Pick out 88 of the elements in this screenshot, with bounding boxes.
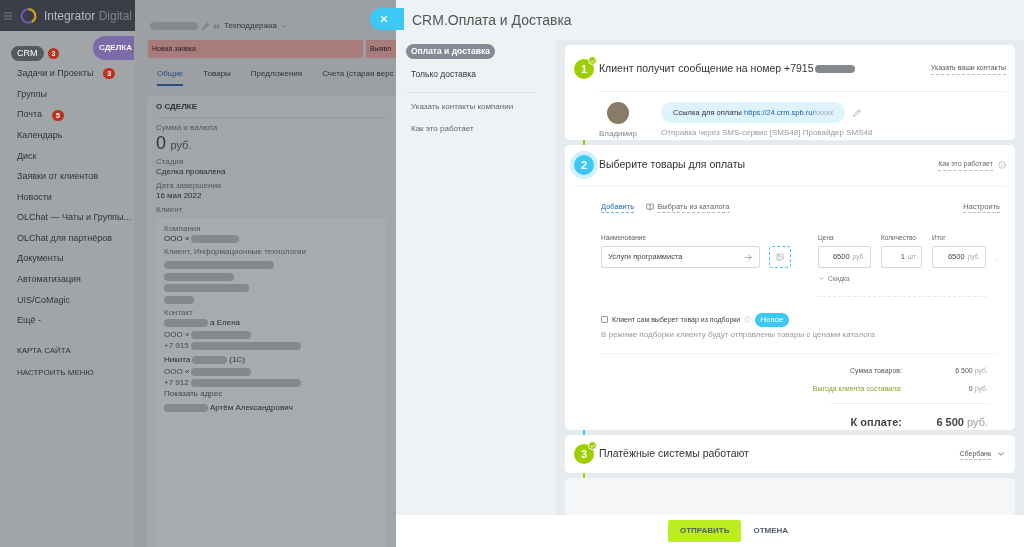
redacted-blur [191, 368, 252, 377]
chevron-down-icon[interactable] [818, 275, 825, 283]
sidebar-item[interactable]: Задачи и Проекты [11, 67, 100, 81]
contact-name[interactable]: Артём Александрович [210, 403, 293, 414]
section-title: О СДЕЛКЕ [156, 102, 387, 118]
sidebar-item[interactable]: OLChat — Чаты и Группы... [11, 211, 137, 225]
link-icon[interactable] [213, 22, 220, 30]
send-button[interactable]: ОТПРАВИТЬ [668, 520, 742, 542]
contact-name[interactable]: Никита [164, 355, 191, 366]
sidebar-item[interactable]: Новости [11, 190, 58, 205]
pencil-icon[interactable] [202, 22, 209, 30]
check-icon [588, 56, 597, 65]
logo-text: Integrator Digital [43, 7, 132, 25]
field-label: Стадия [156, 157, 185, 167]
deal-tab-button[interactable]: СДЕЛКА [93, 36, 134, 60]
redacted-blur [164, 319, 208, 328]
redacted-blur [164, 296, 194, 305]
field-value: Сделка провалена [156, 167, 227, 177]
deal-tab[interactable]: Предложения [250, 68, 303, 86]
deal-tab[interactable]: Счета (старая верс [322, 68, 394, 86]
checkbox[interactable] [601, 316, 608, 324]
company-type: Клиент, Информационные технологии [164, 247, 307, 257]
sidebar-footer-link[interactable]: КАРТА САЙТА [17, 345, 135, 358]
help-icon[interactable] [744, 316, 752, 324]
cancel-button[interactable]: ОТМЕНА [751, 520, 791, 542]
slider-side-link[interactable]: Указать контакты компании [411, 100, 536, 113]
deal-category[interactable]: Техподдержка [224, 20, 278, 32]
sms-provider-note: Отправка через SMS-сервис [SMS48] Провайдер SMS48 [661, 127, 873, 140]
check-icon [588, 441, 597, 451]
sidebar-item[interactable]: CRM [11, 45, 44, 62]
chevron-down-icon[interactable] [281, 22, 289, 30]
sidebar-item[interactable]: Группы [11, 87, 53, 102]
contact-phone: +7 915 [164, 341, 189, 352]
slider-side-link[interactable]: Как это работает [411, 122, 536, 135]
field-label: Компания [164, 224, 202, 234]
step-title: Платёжные системы работают [599, 446, 750, 462]
contact-name[interactable]: а Елена [210, 318, 240, 329]
sidebar-item[interactable]: Календарь [11, 128, 69, 143]
step-number-badge: 2 [574, 155, 594, 175]
redacted-blur [191, 235, 240, 243]
contact-company: ООО « [164, 330, 190, 341]
step-number-badge: 3 [574, 444, 594, 465]
selection-hint: В режиме подборки клиенту будут отправлены товары с ценами каталога [601, 328, 876, 341]
step-title: Клиент получит сообщение на номер +7915 [599, 61, 814, 77]
menu-icon[interactable] [3, 9, 14, 22]
sidebar-item[interactable]: Заявки от клиентов [11, 170, 105, 184]
step-number-badge: 1 [574, 59, 594, 79]
sidebar-item[interactable]: Почта [11, 108, 48, 122]
field-label: Контакт [164, 308, 194, 319]
redacted-blur [192, 356, 228, 365]
info-icon[interactable] [998, 161, 1006, 169]
slider-title: CRM.Оплата и Доставка [412, 10, 572, 30]
contact-phone: +7 912 [164, 378, 189, 389]
arrow-right-icon[interactable] [744, 252, 753, 262]
field-value: 16 мая 2022 [156, 191, 203, 201]
field-label: Клиент [156, 205, 184, 215]
sidebar-item[interactable]: OLChat для партнёров [11, 231, 118, 246]
redacted-blur [164, 404, 208, 413]
slider-nav-item[interactable]: Оплата и доставка [406, 44, 495, 59]
sidebar-item[interactable]: Документы [11, 252, 70, 266]
step-title: Выберите товары для оплаты [599, 157, 747, 173]
redacted-blur [164, 272, 234, 281]
total-label: К оплате: [850, 414, 902, 430]
deal-tab[interactable]: Общие [157, 68, 184, 86]
close-button[interactable] [370, 8, 404, 30]
contact-company: ООО « [164, 367, 190, 378]
redacted-blur [191, 331, 252, 340]
deal-amount: 0 руб. [156, 133, 193, 155]
image-upload-icon[interactable] [769, 246, 791, 268]
new-badge: Новое [755, 312, 789, 327]
sidebar-item[interactable]: UIS/CoMagic [11, 293, 76, 308]
deal-tab[interactable]: Товары [203, 68, 231, 86]
redacted-blur [814, 65, 855, 73]
show-address-link[interactable]: Показать адрес [164, 389, 379, 400]
slider-nav-item[interactable]: Только доставка [406, 66, 481, 82]
book-icon [646, 203, 655, 212]
sidebar-item[interactable]: Автоматизация [11, 273, 87, 287]
sidebar-footer-link[interactable]: НАСТРОИТЬ МЕНЮ [17, 367, 135, 380]
contact-name-suffix: (1С) [229, 355, 245, 366]
sidebar-item[interactable]: Диск [11, 149, 43, 163]
sidebar-item[interactable]: Ещё - [11, 314, 47, 328]
pencil-icon[interactable] [853, 108, 862, 117]
sender-name: Владимир [599, 128, 637, 140]
field-label: Сумма и валюта [156, 123, 219, 133]
close-icon [379, 14, 389, 24]
field-label: Дата завершения [156, 181, 223, 191]
total-amount: 6 500 руб. [935, 414, 988, 430]
company-name: ООО « [164, 234, 190, 244]
